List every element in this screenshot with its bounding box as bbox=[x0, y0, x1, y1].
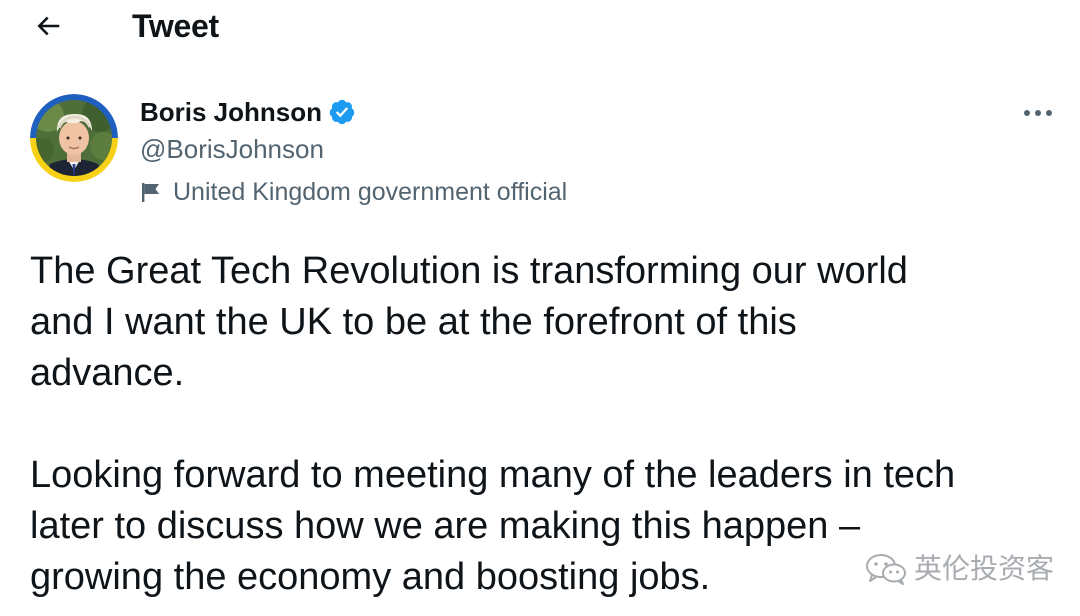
watermark-text: 英伦投资客 bbox=[914, 553, 1055, 584]
more-options-icon[interactable] bbox=[1018, 98, 1058, 128]
account-label-text: United Kingdom government official bbox=[173, 178, 568, 206]
tweet-text: The Great Tech Revolution is transformin… bbox=[30, 246, 1070, 603]
author-handle[interactable]: @BorisJohnson bbox=[140, 133, 324, 165]
arrow-left-icon[interactable] bbox=[30, 8, 66, 44]
tweet-paragraph: The Great Tech Revolution is transformin… bbox=[30, 250, 908, 394]
header-bar: Tweet bbox=[0, 0, 1080, 52]
avatar[interactable] bbox=[30, 94, 118, 182]
author-name[interactable]: Boris Johnson bbox=[140, 95, 322, 129]
verified-badge-icon bbox=[328, 98, 356, 126]
author-name-row: Boris Johnson bbox=[140, 95, 356, 129]
account-label[interactable]: United Kingdom government official bbox=[140, 176, 567, 208]
page-title: Tweet bbox=[132, 8, 219, 44]
flag-icon bbox=[140, 180, 164, 204]
wechat-icon bbox=[866, 554, 906, 585]
watermark: 英伦投资客 bbox=[864, 551, 1054, 587]
